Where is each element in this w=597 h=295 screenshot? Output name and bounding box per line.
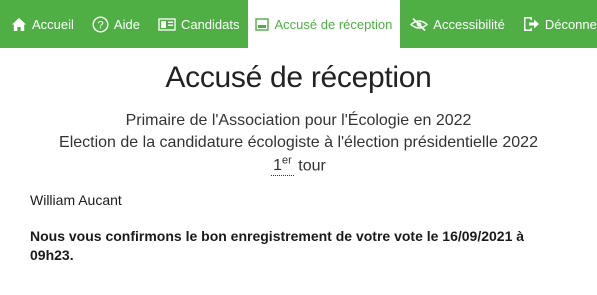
nav-candidats[interactable]: Candidats: [148, 0, 248, 48]
page-title: Accusé de réception: [165, 61, 432, 94]
round-suffix: er: [282, 155, 292, 167]
election-subtitle: Primaire de l'Association pour l'Écologi…: [0, 110, 597, 154]
nav-deconnexion[interactable]: Déconnexion: [513, 0, 597, 48]
nav-accessibilite[interactable]: Accessibilité: [400, 0, 513, 48]
receipt-content: William Aucant Nous vous confirmons le b…: [0, 191, 597, 265]
eye-slash-icon: [410, 17, 429, 32]
nav-accueil[interactable]: Accueil: [0, 0, 82, 48]
svg-text:?: ?: [97, 19, 103, 31]
round-ordinal: 1er: [271, 155, 294, 177]
nav-candidats-label: Candidats: [180, 16, 240, 32]
receipt-icon: [254, 16, 270, 32]
nav-accessibilite-label: Accessibilité: [433, 16, 505, 32]
nav-accuse-reception-label: Accusé de réception: [274, 16, 393, 32]
vote-confirmation: Nous vous confirmons le bon enregistreme…: [30, 228, 525, 264]
round-indicator: 1er tour: [0, 155, 597, 177]
nav-accuse-reception[interactable]: Accusé de réception: [247, 0, 401, 48]
main-navbar: Accueil ? Aide Candidats Accusé de récep…: [0, 0, 597, 48]
nav-aide[interactable]: ? Aide: [82, 0, 148, 48]
voter-name: William Aucant: [30, 192, 122, 209]
subtitle-line-2: Election de la candidature écologiste à …: [59, 134, 538, 151]
home-icon: [11, 17, 27, 32]
nav-aide-label: Aide: [113, 16, 140, 32]
help-icon: ?: [92, 15, 109, 33]
round-word: tour: [298, 157, 326, 175]
subtitle-line-1: Primaire de l'Association pour l'Écologi…: [125, 112, 472, 129]
logout-icon: [523, 16, 540, 32]
round-number: 1: [273, 157, 283, 175]
nav-deconnexion-label: Déconnexion: [544, 16, 597, 32]
candidates-icon: [158, 17, 176, 32]
nav-accueil-label: Accueil: [32, 16, 74, 32]
